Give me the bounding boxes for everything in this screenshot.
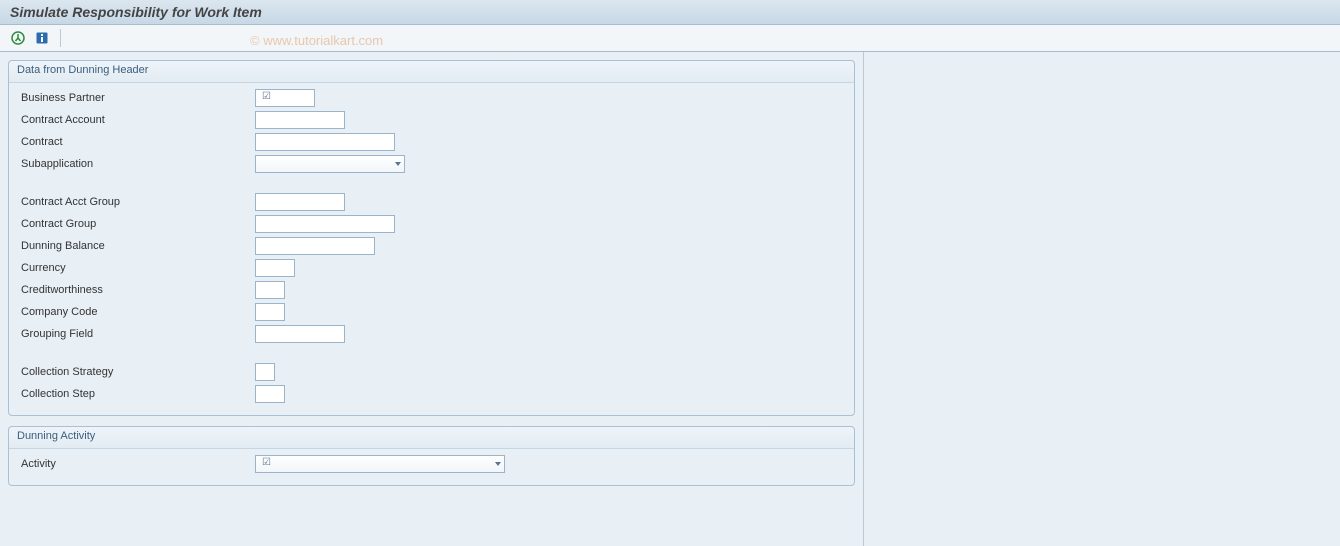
dunning-header-group: Data from Dunning Header Business Partne… <box>8 60 855 416</box>
contract-field[interactable] <box>255 133 395 151</box>
row-contract: Contract <box>17 131 846 153</box>
group-rows: Business Partner ☑ Contract Account <box>9 83 854 409</box>
row-company-code: Company Code <box>17 301 846 323</box>
group-rows: Activity ☑ <box>9 449 854 479</box>
empty-side-panel <box>864 52 1340 546</box>
dunning-activity-group: Dunning Activity Activity ☑ <box>8 426 855 486</box>
toolbar: © www.tutorialkart.com <box>0 25 1340 52</box>
info-icon <box>35 31 49 45</box>
label-activity: Activity <box>17 458 247 470</box>
label-contract-acct-group: Contract Acct Group <box>17 196 247 208</box>
spacer <box>17 175 846 191</box>
row-activity: Activity ☑ <box>17 453 846 475</box>
label-business-partner: Business Partner <box>17 92 247 104</box>
row-collection-strategy: Collection Strategy <box>17 361 846 383</box>
row-business-partner: Business Partner ☑ <box>17 87 846 109</box>
watermark: © www.tutorialkart.com <box>250 33 383 48</box>
info-button[interactable] <box>32 28 52 48</box>
row-subapplication: Subapplication <box>17 153 846 175</box>
execute-icon <box>11 31 25 45</box>
creditworthiness-field[interactable] <box>255 281 285 299</box>
row-contract-group: Contract Group <box>17 213 846 235</box>
business-partner-field[interactable] <box>255 89 315 107</box>
toolbar-separator <box>60 29 61 47</box>
label-company-code: Company Code <box>17 306 247 318</box>
page-title: Simulate Responsibility for Work Item <box>10 4 262 20</box>
content-panel: Data from Dunning Header Business Partne… <box>0 52 864 546</box>
collection-step-field[interactable] <box>255 385 285 403</box>
label-dunning-balance: Dunning Balance <box>17 240 247 252</box>
contract-group-field[interactable] <box>255 215 395 233</box>
page-title-bar: Simulate Responsibility for Work Item <box>0 0 1340 25</box>
execute-button[interactable] <box>8 28 28 48</box>
group-header: Dunning Activity <box>9 427 854 449</box>
row-creditworthiness: Creditworthiness <box>17 279 846 301</box>
label-collection-strategy: Collection Strategy <box>17 366 247 378</box>
row-grouping-field: Grouping Field <box>17 323 846 345</box>
label-creditworthiness: Creditworthiness <box>17 284 247 296</box>
currency-field[interactable] <box>255 259 295 277</box>
row-contract-account: Contract Account <box>17 109 846 131</box>
subapplication-select[interactable] <box>255 155 405 173</box>
row-collection-step: Collection Step <box>17 383 846 405</box>
group-header: Data from Dunning Header <box>9 61 854 83</box>
label-subapplication: Subapplication <box>17 158 247 170</box>
grouping-field-input[interactable] <box>255 325 345 343</box>
row-dunning-balance: Dunning Balance <box>17 235 846 257</box>
company-code-field[interactable] <box>255 303 285 321</box>
collection-strategy-field[interactable] <box>255 363 275 381</box>
main-area: Data from Dunning Header Business Partne… <box>0 52 1340 546</box>
spacer <box>17 345 846 361</box>
label-contract-account: Contract Account <box>17 114 247 126</box>
contract-acct-group-field[interactable] <box>255 193 345 211</box>
label-currency: Currency <box>17 262 247 274</box>
label-contract: Contract <box>17 136 247 148</box>
activity-select[interactable] <box>255 455 505 473</box>
dunning-balance-field[interactable] <box>255 237 375 255</box>
label-grouping-field: Grouping Field <box>17 328 247 340</box>
row-contract-acct-group: Contract Acct Group <box>17 191 846 213</box>
label-collection-step: Collection Step <box>17 388 247 400</box>
label-contract-group: Contract Group <box>17 218 247 230</box>
contract-account-field[interactable] <box>255 111 345 129</box>
row-currency: Currency <box>17 257 846 279</box>
